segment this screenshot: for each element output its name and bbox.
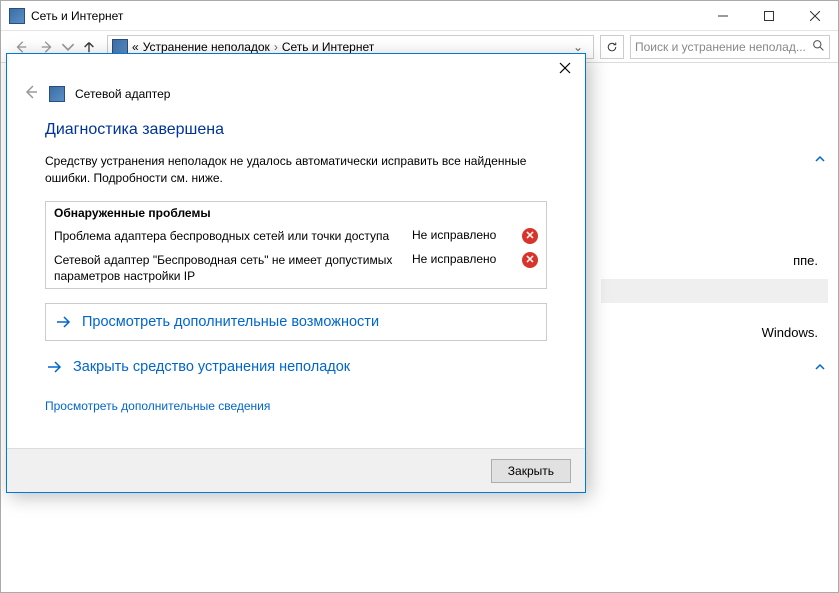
troubleshooter-dialog: Сетевой адаптер Диагностика завершена Ср…: [6, 53, 586, 493]
close-button[interactable]: [792, 1, 838, 31]
dialog-header: Сетевой адаптер: [7, 84, 585, 113]
breadcrumb-dropdown-icon[interactable]: ⌄: [567, 40, 589, 54]
network-adapter-icon: [49, 86, 65, 102]
dialog-body: Диагностика завершена Средству устранени…: [7, 113, 585, 413]
bg-text-2: Windows.: [762, 325, 818, 340]
search-input[interactable]: Поиск и устранение неполад...: [630, 35, 830, 59]
parent-titlebar: Сеть и Интернет: [1, 1, 838, 31]
breadcrumb-prefix: «: [132, 40, 139, 54]
close-troubleshooter-link[interactable]: Закрыть средство устранения неполадок: [45, 359, 547, 375]
dialog-close-button[interactable]: [545, 54, 585, 82]
collapse-icon[interactable]: [814, 153, 826, 168]
breadcrumb-separator-icon: ›: [274, 40, 278, 54]
window-title: Сеть и Интернет: [31, 9, 123, 23]
minimize-button[interactable]: [700, 1, 746, 31]
problem-text: Проблема адаптера беспроводных сетей или…: [54, 228, 412, 244]
problem-row[interactable]: Сетевой адаптер "Беспроводная сеть" не и…: [46, 248, 546, 288]
view-details-link[interactable]: Просмотреть дополнительные сведения: [45, 399, 547, 413]
refresh-button[interactable]: [600, 35, 624, 59]
problems-box: Обнаруженные проблемы Проблема адаптера …: [45, 201, 547, 290]
action-label: Закрыть средство устранения неполадок: [73, 359, 350, 375]
breadcrumb-item-1[interactable]: Устранение неполадок: [143, 40, 270, 54]
action-box[interactable]: Просмотреть дополнительные возможности: [45, 303, 547, 341]
problem-row[interactable]: Проблема адаптера беспроводных сетей или…: [46, 224, 546, 248]
error-icon: ✕: [522, 252, 538, 268]
collapse-icon-2[interactable]: [814, 361, 826, 376]
dialog-footer: Закрыть: [7, 448, 585, 492]
view-additional-options-link[interactable]: Просмотреть дополнительные возможности: [54, 314, 538, 330]
diagnostics-description: Средству устранения неполадок не удалось…: [45, 153, 547, 187]
search-placeholder: Поиск и устранение неполад...: [635, 40, 808, 54]
bg-input-area: [601, 279, 828, 303]
app-icon: [9, 8, 25, 24]
diagnostics-heading: Диагностика завершена: [45, 121, 547, 139]
search-icon: [812, 39, 825, 55]
problems-header: Обнаруженные проблемы: [46, 202, 546, 224]
dialog-back-button[interactable]: [23, 84, 39, 103]
problem-text: Сетевой адаптер "Беспроводная сеть" не и…: [54, 252, 412, 284]
dialog-title: Сетевой адаптер: [75, 87, 170, 101]
close-button-footer[interactable]: Закрыть: [491, 459, 571, 483]
window-controls: [700, 1, 838, 31]
problem-status: Не исправлено: [412, 252, 512, 266]
error-icon: ✕: [522, 228, 538, 244]
maximize-button[interactable]: [746, 1, 792, 31]
problem-status: Не исправлено: [412, 228, 512, 242]
arrow-right-icon: [45, 359, 63, 375]
action-label: Просмотреть дополнительные возможности: [82, 314, 379, 330]
arrow-right-icon: [54, 314, 72, 330]
bg-text-1: ппе.: [793, 253, 818, 268]
breadcrumb-item-2[interactable]: Сеть и Интернет: [282, 40, 374, 54]
